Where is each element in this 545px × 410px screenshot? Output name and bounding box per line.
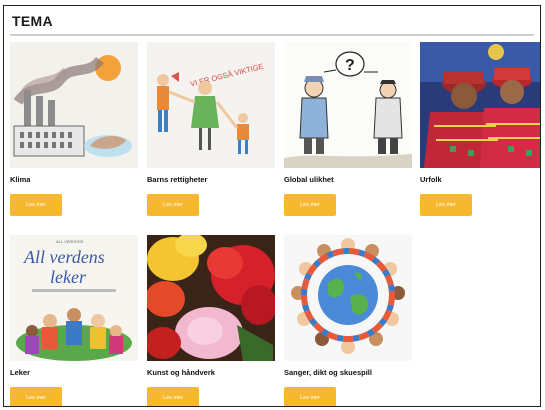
- thumb-kunst-og-handverk[interactable]: [147, 235, 275, 361]
- tema-panel: TEMA Klima Les mer VI ER OGSÅ VIKTIGE Ba…: [3, 5, 541, 407]
- card-label: Barns rettigheter: [147, 175, 208, 184]
- title-divider: [10, 34, 534, 36]
- card-label: Global ulikhet: [284, 175, 334, 184]
- card-label: Kunst og håndverk: [147, 368, 215, 377]
- card-label: Klima: [10, 175, 31, 184]
- cover-title-line-1: All verdens: [23, 247, 105, 267]
- thumb-barns-rettigheter[interactable]: VI ER OGSÅ VIKTIGE: [147, 42, 275, 168]
- thumb-klima[interactable]: [10, 42, 138, 168]
- card-label: Urfolk: [420, 175, 442, 184]
- indigenous-children-photo: [420, 42, 540, 168]
- card-leker: ALL VERDENS All verdens leker Leker Les …: [10, 235, 138, 406]
- thumb-urfolk[interactable]: [420, 42, 540, 168]
- children-rights-illustration: VI ER OGSÅ VIKTIGE: [147, 42, 275, 168]
- bubble-text: ?: [345, 57, 355, 74]
- read-more-button-global-ulikhet[interactable]: Les mer: [284, 194, 336, 216]
- card-barns-rettigheter: VI ER OGSÅ VIKTIGE Barns rettigheter Les…: [147, 42, 275, 216]
- factory-pollution-illustration: [10, 42, 138, 168]
- card-label: Leker: [10, 368, 31, 377]
- read-more-button-urfolk[interactable]: Les mer: [420, 194, 472, 216]
- read-more-button-barns-rettigheter[interactable]: Les mer: [147, 194, 199, 216]
- card-urfolk: Urfolk Les mer: [420, 42, 540, 216]
- card-label: Sanger, dikt og skuespill: [284, 368, 372, 377]
- cover-title-line-2: leker: [50, 267, 87, 287]
- read-more-button-leker[interactable]: Les mer: [10, 387, 62, 406]
- read-more-button-kunst-og-handverk[interactable]: Les mer: [147, 387, 199, 406]
- thumb-global-ulikhet[interactable]: ?: [284, 42, 412, 168]
- children-around-globe-illustration: [284, 235, 412, 361]
- card-kunst-og-handverk: Kunst og håndverk Les mer: [147, 235, 275, 406]
- read-more-button-klima[interactable]: Les mer: [10, 194, 62, 216]
- book-cover-illustration: ALL VERDENS All verdens leker: [10, 235, 138, 361]
- section-title: TEMA: [12, 13, 53, 29]
- cover-top-text: ALL VERDENS: [56, 239, 84, 244]
- card-global-ulikhet: ? Global ulikhet Les mer: [284, 42, 412, 216]
- read-more-button-sanger-dikt-og-skuespill[interactable]: Les mer: [284, 387, 336, 406]
- paper-flowers-photo: [147, 235, 275, 361]
- card-sanger-dikt-og-skuespill: Sanger, dikt og skuespill Les mer: [284, 235, 412, 406]
- thumb-sanger-dikt-og-skuespill[interactable]: [284, 235, 412, 361]
- thumb-leker[interactable]: ALL VERDENS All verdens leker: [10, 235, 138, 361]
- global-inequality-cartoon: ?: [284, 42, 412, 168]
- card-klima: Klima Les mer: [10, 42, 138, 216]
